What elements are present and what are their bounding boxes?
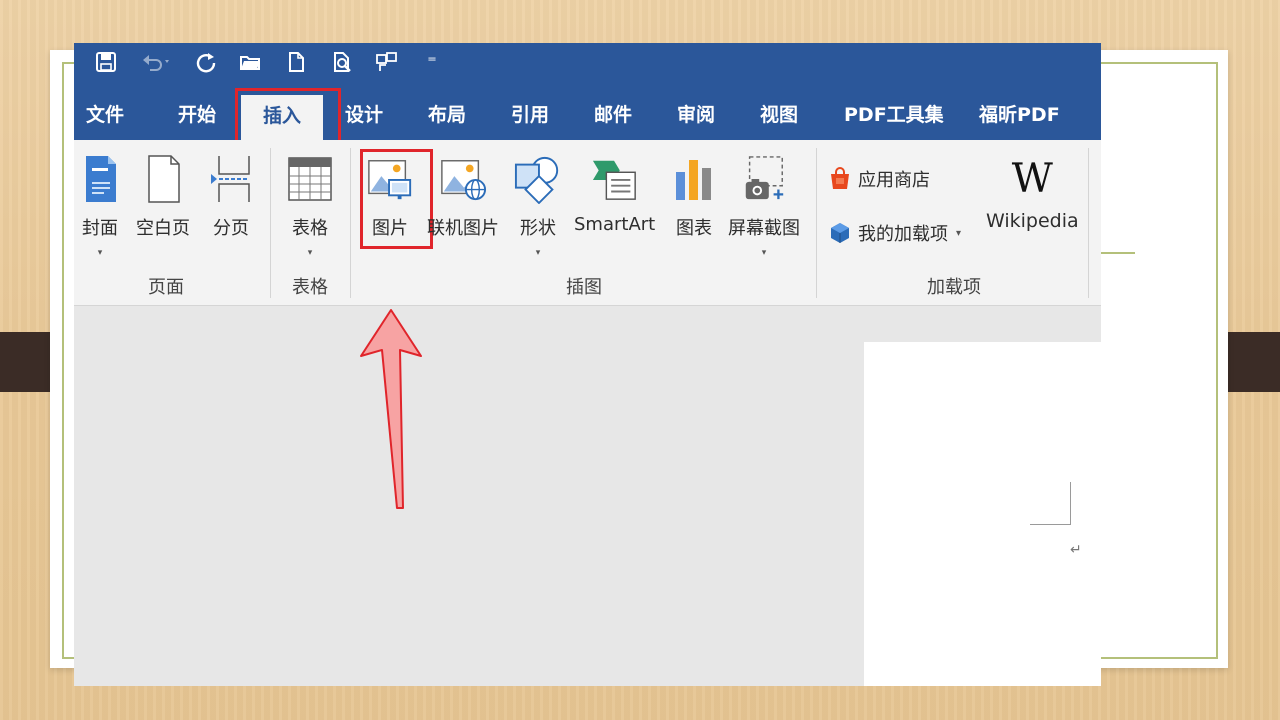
table-dropdown-icon: ▾ (307, 248, 313, 258)
screenshot-dropdown-icon: ▾ (761, 248, 767, 258)
shapes-dropdown-icon: ▾ (535, 248, 541, 258)
ribbon-insert: 封面 ▾ 空白页 分页 页面 表格 ▾ 表格 图片 联机图片 形状 ▾ Smar… (74, 140, 1101, 306)
table-icon (286, 154, 334, 204)
online-picture-icon (439, 154, 487, 204)
redo-icon[interactable] (192, 48, 220, 76)
my-addins-button[interactable]: 我的加载项 ▾ (828, 220, 961, 246)
shapes-label: 形状 (520, 218, 556, 239)
document-area: ↵ (74, 306, 1101, 686)
cover-page-button[interactable]: 封面 ▾ (76, 154, 124, 258)
open-folder-icon[interactable] (236, 48, 264, 76)
online-picture-label: 联机图片 (427, 218, 499, 239)
picture-label: 图片 (372, 218, 408, 239)
touch-mode-icon[interactable] (372, 48, 400, 76)
cover-page-dropdown-icon: ▾ (97, 248, 103, 258)
table-label: 表格 (292, 218, 328, 239)
print-preview-icon[interactable] (328, 48, 356, 76)
group-separator (350, 148, 351, 298)
tab-home[interactable]: 开始 (178, 99, 216, 131)
cover-page-icon (76, 154, 124, 204)
quick-access-toolbar: ⁼ (74, 43, 1101, 83)
paragraph-mark: ↵ (1070, 542, 1082, 558)
group-separator (816, 148, 817, 298)
blank-page-button[interactable]: 空白页 (136, 154, 190, 240)
online-picture-button[interactable]: 联机图片 (427, 154, 499, 240)
word-window-screenshot: ⁼ 文件 开始 插入 设计 布局 引用 邮件 审阅 视图 PDF工具集 福昕PD… (74, 43, 1101, 686)
my-addins-dropdown-icon: ▾ (956, 227, 962, 239)
tab-view[interactable]: 视图 (760, 99, 798, 131)
store-bag-icon (831, 167, 849, 189)
tables-group-label: 表格 (292, 277, 328, 298)
smartart-icon (591, 154, 639, 204)
wikipedia-button[interactable]: W Wikipedia (986, 154, 1079, 232)
tab-references[interactable]: 引用 (511, 99, 549, 131)
blank-page-icon (139, 154, 187, 204)
smartart-button[interactable]: SmartArt (574, 154, 655, 235)
tab-pdf-tools[interactable]: PDF工具集 (844, 99, 944, 131)
red-pointer-arrow (360, 309, 422, 509)
margin-corner-mark (1030, 482, 1071, 525)
new-document-icon[interactable] (282, 48, 310, 76)
customize-dropdown-icon[interactable]: ⁼ (418, 48, 446, 76)
tab-review[interactable]: 审阅 (677, 99, 715, 131)
group-separator (270, 148, 271, 298)
chart-icon (670, 154, 718, 204)
save-icon[interactable] (92, 48, 120, 76)
tab-insert[interactable]: 插入 (241, 95, 323, 140)
wikipedia-logo-icon: W (1011, 156, 1053, 202)
chart-button[interactable]: 图表 (670, 154, 718, 240)
shapes-button[interactable]: 形状 ▾ (514, 154, 562, 258)
my-addins-icon (831, 223, 849, 243)
page-break-icon (207, 154, 255, 204)
paper-decor-line (1100, 252, 1135, 254)
screenshot-icon (740, 154, 788, 204)
tab-foxit-pdf[interactable]: 福昕PDF (979, 99, 1060, 131)
blank-page-label: 空白页 (136, 218, 190, 239)
smartart-label: SmartArt (574, 214, 656, 235)
app-store-label: 应用商店 (858, 170, 930, 191)
screenshot-label: 屏幕截图 (728, 218, 800, 239)
my-addins-label: 我的加载项 (858, 224, 948, 245)
addins-group-label: 加载项 (927, 277, 981, 298)
table-button[interactable]: 表格 ▾ (286, 154, 334, 258)
screenshot-button[interactable]: 屏幕截图 ▾ (728, 154, 800, 258)
tab-layout[interactable]: 布局 (428, 99, 466, 131)
undo-icon[interactable] (136, 48, 176, 76)
document-page[interactable]: ↵ (864, 342, 1101, 686)
page-break-button[interactable]: 分页 (207, 154, 255, 240)
tab-mailings[interactable]: 邮件 (594, 99, 632, 131)
chart-label: 图表 (676, 218, 712, 239)
pages-group-label: 页面 (148, 277, 184, 298)
group-separator (1088, 148, 1089, 298)
picture-icon (366, 154, 414, 204)
wikipedia-label: Wikipedia (986, 210, 1079, 232)
tab-file[interactable]: 文件 (86, 99, 124, 131)
title-bar: ⁼ 文件 开始 插入 设计 布局 引用 邮件 审阅 视图 PDF工具集 福昕PD… (74, 43, 1101, 140)
cover-page-label: 封面 (82, 218, 118, 239)
tab-design[interactable]: 设计 (345, 99, 383, 131)
page-break-label: 分页 (213, 218, 249, 239)
picture-button[interactable]: 图片 (366, 154, 414, 240)
app-store-button[interactable]: 应用商店 (828, 166, 930, 192)
shapes-icon (514, 154, 562, 204)
illustrations-group-label: 插图 (566, 277, 602, 298)
